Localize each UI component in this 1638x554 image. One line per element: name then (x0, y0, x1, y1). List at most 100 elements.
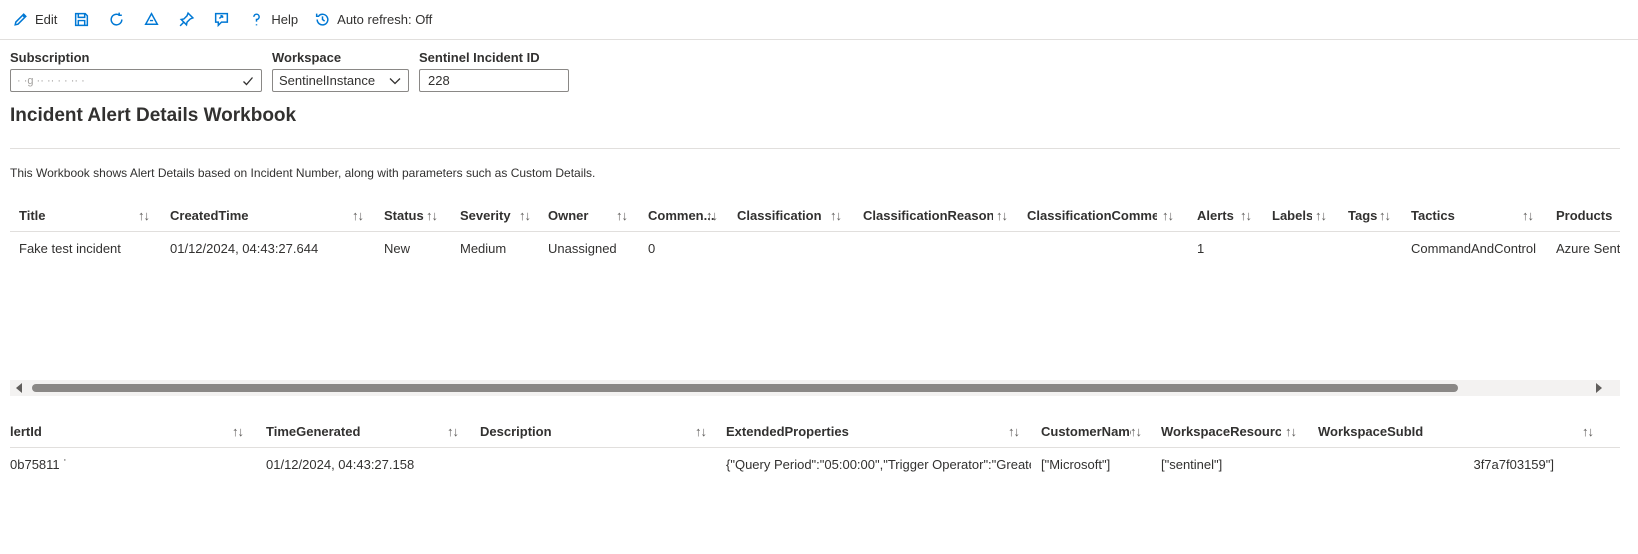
column-header-workspaceresourceid[interactable]: WorkspaceResourceId (1161, 414, 1281, 448)
sort-icon[interactable]: ↑↓ (519, 208, 531, 223)
edit-button[interactable]: Edit (12, 8, 57, 32)
cell-classificationreason (863, 232, 1013, 261)
cell-tactics: CommandAndControl (1411, 240, 1537, 256)
column-header-classificationcomment[interactable]: ClassificationComment (1027, 198, 1157, 232)
cell-tags (1348, 232, 1398, 261)
alerts-grid-header: lertId ↑↓ TimeGenerated ↑↓ Description ↑… (10, 414, 1620, 448)
history-icon (316, 13, 329, 26)
workbook-description: This Workbook shows Alert Details based … (10, 166, 596, 180)
column-header-alerts[interactable]: Alerts (1197, 198, 1237, 232)
column-header-classification[interactable]: Classification (737, 198, 837, 232)
sort-icon[interactable]: ↑↓ (616, 208, 628, 223)
column-header-tags[interactable]: Tags (1348, 198, 1378, 232)
cell-comments: 0 (648, 240, 656, 256)
refresh-icon (110, 12, 123, 26)
pin-button[interactable] (178, 8, 195, 32)
pin-icon (180, 11, 195, 27)
column-header-tactics[interactable]: Tactics (1411, 198, 1471, 232)
sort-icon[interactable]: ↑↓ (1315, 208, 1327, 223)
column-header-customername[interactable]: CustomerName (1041, 414, 1131, 448)
cell-classification (737, 232, 857, 261)
column-header-classificationreason[interactable]: ClassificationReason (863, 198, 993, 232)
table-row[interactable]: Fake test incident 01/12/2024, 04:43:27.… (10, 232, 1620, 261)
save-icon (75, 12, 89, 27)
cell-labels (1272, 232, 1332, 261)
sort-icon[interactable]: ↑↓ (706, 208, 718, 223)
subscription-value: · ·g ·· ·· · · ·· · (17, 74, 85, 87)
workspace-dropdown[interactable]: SentinelInstance (272, 69, 409, 92)
incident-id-input[interactable] (419, 69, 569, 92)
sort-icon[interactable]: ↑↓ (1008, 424, 1020, 439)
subscription-dropdown[interactable]: · ·g ·· ·· · · ·· · (10, 69, 262, 92)
scroll-right-arrow-icon[interactable] (1596, 383, 1602, 393)
scroll-left-arrow-icon[interactable] (16, 383, 22, 393)
checkmark-icon (243, 76, 253, 85)
column-header-createdtime[interactable]: CreatedTime (170, 198, 340, 232)
workspace-label: Workspace (272, 50, 342, 65)
sort-icon[interactable]: ↑↓ (232, 424, 244, 439)
cell-createdtime: 01/12/2024, 04:43:27.644 (170, 240, 319, 256)
cell-timegenerated: 01/12/2024, 04:43:27.158 (266, 456, 415, 472)
cell-severity: Medium (460, 240, 507, 256)
workspace-param: Workspace SentinelInstance (272, 50, 409, 92)
cell-workspaceresourceid: ["sentinel"] (1161, 456, 1223, 472)
cell-classificationcomment (1027, 232, 1187, 261)
sort-icon[interactable]: ↑↓ (138, 208, 150, 223)
column-header-timegenerated[interactable]: TimeGenerated (266, 414, 436, 448)
toolbar: Edit Help Auto refresh: Off (0, 0, 1638, 40)
incident-id-label: Sentinel Incident ID (419, 50, 540, 65)
column-header-extendedproperties[interactable]: ExtendedProperties (726, 414, 986, 448)
title-divider (10, 148, 1620, 149)
scrollbar-thumb[interactable] (32, 384, 1458, 392)
share-icon (215, 12, 229, 28)
table-row[interactable]: 0b75811 ˙ 01/12/2024, 04:43:27.158 {"Que… (10, 448, 1620, 477)
subscription-label: Subscription (10, 50, 90, 65)
incidents-grid: Title ↑↓ CreatedTime ↑↓ Status ↑↓ Severi… (10, 198, 1620, 261)
workbook-title: Incident Alert Details Workbook (10, 105, 297, 126)
sort-icon[interactable]: ↑↓ (1379, 208, 1391, 223)
column-header-description[interactable]: Description (480, 414, 680, 448)
cell-description (480, 448, 710, 477)
recycle-icon (144, 12, 160, 26)
refresh-button[interactable] (108, 8, 125, 32)
auto-refresh-button[interactable]: Auto refresh: Off (314, 8, 432, 32)
edit-label: Edit (35, 12, 58, 27)
help-button[interactable]: Help (248, 8, 298, 32)
save-button[interactable] (73, 8, 90, 32)
help-label: Help (271, 12, 299, 27)
sort-icon[interactable]: ↑↓ (1162, 208, 1174, 223)
sort-icon[interactable]: ↑↓ (1582, 424, 1594, 439)
share-button[interactable] (213, 8, 230, 32)
sort-icon[interactable]: ↑↓ (426, 208, 438, 223)
subscription-param: Subscription · ·g ·· ·· · · ·· · (10, 50, 262, 92)
cell-extendedproperties: {"Query Period":"05:00:00","Trigger Oper… (726, 456, 1031, 472)
cell-status: New (384, 240, 411, 256)
sort-icon[interactable]: ↑↓ (1240, 208, 1252, 223)
column-header-labels[interactable]: Labels (1272, 198, 1312, 232)
question-mark-icon (253, 13, 261, 26)
column-header-products[interactable]: Products (1556, 198, 1620, 232)
alerts-grid: lertId ↑↓ TimeGenerated ↑↓ Description ↑… (10, 414, 1620, 477)
sort-icon[interactable]: ↑↓ (1130, 424, 1142, 439)
sort-icon[interactable]: ↑↓ (352, 208, 364, 223)
incidents-grid-header: Title ↑↓ CreatedTime ↑↓ Status ↑↓ Severi… (10, 198, 1620, 232)
cell-products: Azure Sentir (1556, 240, 1620, 256)
column-header-severity[interactable]: Severity (460, 198, 520, 232)
column-header-owner[interactable]: Owner (548, 198, 598, 232)
sort-icon[interactable]: ↑↓ (1285, 424, 1297, 439)
pencil-icon (14, 13, 27, 26)
cell-customername: ["Microsoft"] (1041, 456, 1111, 472)
recycle-button[interactable] (143, 8, 160, 32)
workspace-value: SentinelInstance (279, 73, 376, 88)
sort-icon[interactable]: ↑↓ (996, 208, 1008, 223)
column-header-title[interactable]: Title (19, 198, 129, 232)
sort-icon[interactable]: ↑↓ (695, 424, 707, 439)
cell-title: Fake test incident (19, 240, 121, 256)
column-header-workspacesubid[interactable]: WorkspaceSubId (1318, 414, 1518, 448)
column-header-alertid[interactable]: lertId (10, 414, 210, 448)
sort-icon[interactable]: ↑↓ (830, 208, 842, 223)
cell-alertid: 0b75811 ˙ (10, 456, 68, 472)
horizontal-scrollbar[interactable] (10, 380, 1620, 396)
sort-icon[interactable]: ↑↓ (447, 424, 459, 439)
sort-icon[interactable]: ↑↓ (1522, 208, 1534, 223)
